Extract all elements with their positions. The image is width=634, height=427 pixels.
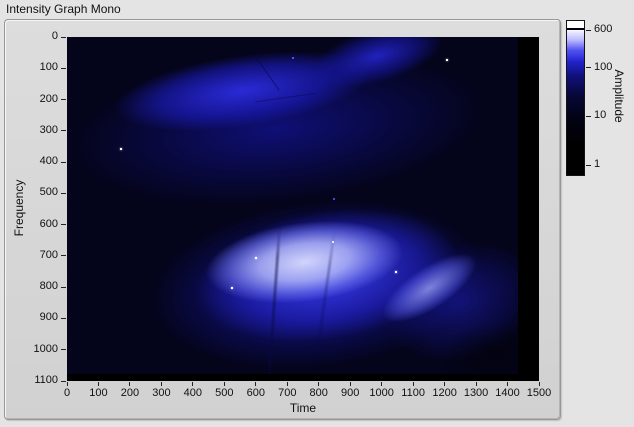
x-tick-mark (192, 382, 194, 386)
y-tick-label: 900 (39, 311, 58, 324)
graph-title: Intensity Graph Mono (6, 2, 121, 16)
bright-pixel (333, 197, 336, 200)
y-axis-label: Frequency (12, 179, 26, 237)
y-tick-label: 1100 (34, 374, 58, 386)
x-tick-label: 800 (309, 387, 328, 399)
x-tick-mark (507, 382, 509, 386)
colorbar-tick-mark (586, 29, 591, 31)
color-ramp[interactable] (566, 20, 585, 176)
x-tick-mark (475, 382, 477, 386)
y-tick-label: 700 (39, 248, 58, 261)
x-tick-label: 1200 (432, 387, 457, 399)
y-tick-label: 800 (39, 280, 58, 293)
color-ramp-over-range (567, 21, 584, 28)
y-tick-mark (61, 255, 66, 257)
x-tick-mark (412, 382, 414, 386)
x-tick-mark (444, 382, 446, 386)
y-tick-label: 0 (51, 30, 58, 42)
y-tick-mark (61, 286, 66, 288)
y-axis[interactable]: 0 100 200 300 400 500 600 700 800 900 1000 1100 (0, 30, 67, 386)
y-tick-label: 200 (39, 92, 58, 105)
x-tick-mark (538, 382, 540, 386)
x-axis[interactable]: 0 100 200 300 400 500 600 700 800 900 1000 1100 1200… (63, 381, 551, 401)
bright-pixel (255, 257, 258, 260)
y-tick-mark (61, 130, 66, 132)
y-tick-mark (61, 349, 66, 351)
colorbar-tick-label: 600 (594, 23, 613, 35)
x-tick-label: 1000 (369, 387, 394, 399)
y-tick-mark (61, 224, 66, 226)
x-tick-mark (160, 382, 162, 386)
y-tick-label: 300 (39, 123, 58, 136)
bright-pixel-layer (67, 37, 539, 381)
colorbar-tick-mark (586, 67, 591, 69)
bright-pixel (445, 59, 448, 62)
color-ramp-axis[interactable]: 600 100 10 1 (586, 0, 634, 200)
x-tick-mark (129, 382, 131, 386)
intensity-graph-window: Intensity Graph Mono 0 100 200 300 400 500 600… (0, 0, 634, 427)
x-tick-mark (318, 382, 320, 386)
intensity-plot[interactable] (67, 37, 539, 381)
y-tick-mark (61, 192, 66, 194)
colorbar-label: Amplitude (612, 69, 626, 123)
x-tick-label: 1500 (526, 387, 552, 399)
y-tick-mark (61, 67, 66, 69)
y-tick-mark (61, 161, 66, 163)
x-tick-label: 600 (246, 387, 265, 399)
x-tick-label: 1300 (463, 387, 489, 399)
x-tick-mark (223, 382, 225, 386)
colorbar-tick-label: 1 (594, 158, 601, 170)
y-tick-mark (61, 99, 66, 101)
y-tick-label: 400 (39, 155, 58, 168)
bright-pixel (120, 147, 123, 150)
x-tick-label: 0 (63, 387, 71, 399)
x-tick-mark (255, 382, 257, 386)
y-tick-mark (61, 317, 66, 319)
x-tick-mark (381, 382, 383, 386)
x-tick-label: 900 (341, 387, 360, 399)
x-tick-label: 700 (278, 387, 297, 399)
x-axis-label: Time (289, 401, 317, 415)
x-tick-label: 400 (183, 387, 203, 399)
y-tick-mark (61, 380, 66, 382)
x-tick-mark (97, 382, 99, 386)
x-tick-mark (349, 382, 351, 386)
x-tick-label: 200 (120, 387, 140, 399)
bright-pixel (331, 241, 334, 244)
colorbar-tick-mark (586, 164, 591, 166)
y-tick-mark (61, 36, 66, 38)
x-tick-label: 1100 (401, 387, 425, 399)
colorbar-tick-label: 10 (594, 109, 607, 122)
bright-pixel (291, 56, 294, 59)
bright-pixel (230, 287, 233, 290)
x-tick-mark (286, 382, 288, 386)
x-tick-mark (66, 382, 68, 386)
colorbar-tick-mark (586, 115, 591, 117)
y-tick-label: 1000 (33, 342, 58, 355)
y-tick-label: 100 (39, 61, 58, 74)
color-ramp-gradient (567, 30, 584, 175)
x-tick-label: 100 (89, 387, 108, 399)
bright-pixel (394, 271, 397, 274)
colorbar-tick-label: 100 (594, 60, 613, 73)
x-tick-label: 1400 (495, 387, 520, 399)
x-tick-label: 300 (152, 387, 171, 399)
x-tick-label: 500 (215, 387, 234, 399)
